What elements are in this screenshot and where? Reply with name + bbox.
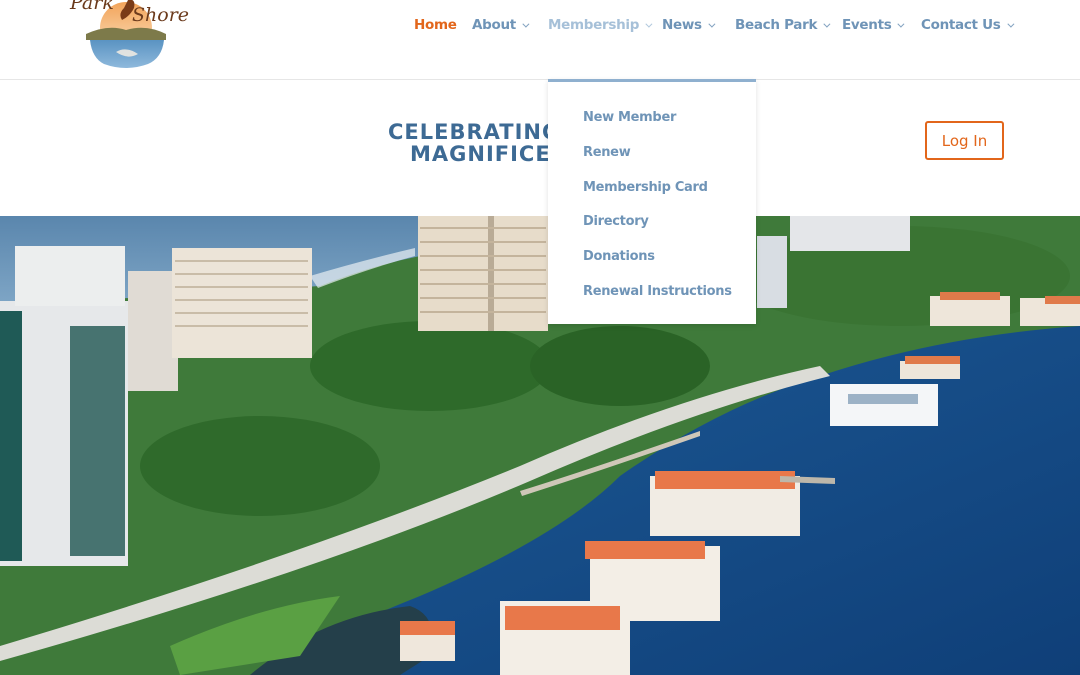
nav-membership[interactable]: Membership [548,17,653,33]
login-button[interactable]: Log In [925,121,1004,160]
nav-home-label: Home [414,17,457,33]
chevron-down-icon [823,20,831,28]
chevron-down-icon [1006,20,1014,28]
nav-membership-label: Membership [548,17,640,33]
hero-image [0,216,1080,675]
title-band: CELEBRATING O MAGNIFICEN Log In [0,81,1080,216]
menu-item-new-member[interactable]: New Member [583,110,676,125]
menu-item-renewal-instructions[interactable]: Renewal Instructions [583,284,732,299]
park-shore-logo[interactable]: Park Shore [68,0,189,74]
membership-dropdown-menu: New Member Renew Membership Card Directo… [548,79,756,324]
chevron-down-icon [645,20,653,28]
nav-news-label: News [662,17,702,33]
nav-beach-park[interactable]: Beach Park [735,17,831,33]
logo-text-park: Park [70,0,114,14]
nav-events[interactable]: Events [842,17,905,33]
chevron-down-icon [708,20,716,28]
nav-home[interactable]: Home [414,17,457,33]
nav-contact-us[interactable]: Contact Us [921,17,1014,33]
nav-about-label: About [472,17,516,33]
nav-about[interactable]: About [472,17,530,33]
nav-contact-us-label: Contact Us [921,17,1001,33]
nav-beach-park-label: Beach Park [735,17,818,33]
aerial-waterfront-photo [0,216,1080,675]
chevron-down-icon [897,20,905,28]
menu-item-membership-card[interactable]: Membership Card [583,180,708,195]
menu-item-directory[interactable]: Directory [583,214,649,229]
site-header: Park Shore Home About Membership News Be… [0,0,1080,80]
menu-item-renew[interactable]: Renew [583,145,631,160]
main-nav: Home About Membership News Beach Park Ev… [0,17,1080,37]
nav-events-label: Events [842,17,892,33]
nav-news[interactable]: News [662,17,716,33]
menu-item-donations[interactable]: Donations [583,249,655,264]
chevron-down-icon [522,20,530,28]
